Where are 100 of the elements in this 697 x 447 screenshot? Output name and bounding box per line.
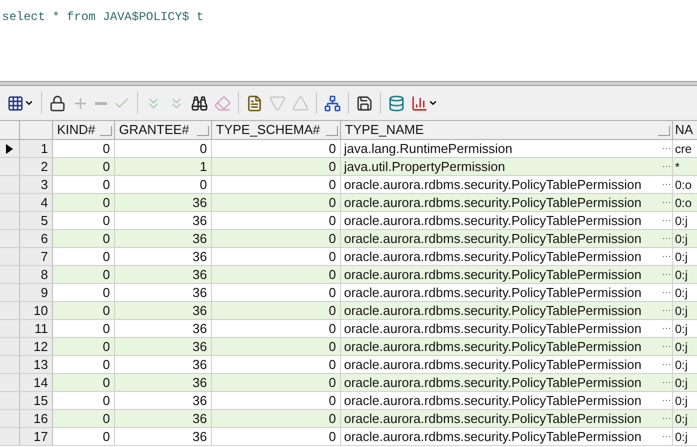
grid-icon	[7, 94, 24, 112]
table-cell-text: 0	[328, 266, 336, 284]
column-header[interactable]: TYPE_NAME	[341, 121, 673, 139]
table-cell-text: 0:j	[675, 338, 688, 356]
table-cell-text: oracle.aurora.rdbms.security.PolicyTablePermission	[344, 230, 642, 248]
row-number: 5	[20, 212, 53, 229]
table-cell-text: 0	[102, 230, 110, 248]
table-cell-text: 36	[192, 356, 207, 374]
table-cell-text: 0	[102, 248, 110, 266]
row-number: 7	[20, 248, 53, 265]
table-cell-text: oracle.aurora.rdbms.security.PolicyTablePermission	[344, 320, 642, 338]
table-cell-text: 0:o	[675, 194, 692, 212]
table-cell-text: 0:j	[675, 248, 688, 266]
table-cell-text: oracle.aurora.rdbms.security.PolicyTablePermission	[344, 194, 642, 212]
table-cell-text: oracle.aurora.rdbms.security.PolicyTablePermission	[344, 212, 642, 230]
filter-icon	[100, 126, 112, 136]
bar-chart-icon	[411, 94, 428, 112]
sql-query: select * from JAVA$POLICY$ t	[2, 10, 204, 24]
table-cell-text: 0	[102, 374, 110, 392]
binoculars-icon	[191, 94, 208, 112]
row-number: 1	[20, 140, 53, 157]
table-cell-text: oracle.aurora.rdbms.security.PolicyTablePermission	[344, 302, 642, 320]
table-cell-text: 0:j	[675, 230, 688, 248]
table-cell-text: 36	[192, 284, 207, 302]
caret-icon	[428, 98, 438, 108]
tree-icon	[324, 94, 341, 112]
row-number: 2	[20, 158, 53, 175]
row-number: 8	[20, 266, 53, 283]
table-cell-text: 0	[102, 356, 110, 374]
table-cell-text: 0	[102, 392, 110, 410]
table-cell-text: oracle.aurora.rdbms.security.PolicyTablePermission	[344, 410, 642, 428]
table-cell-text: 0	[102, 140, 110, 158]
table-cell-text: 0	[328, 230, 336, 248]
table-cell-text: 36	[192, 374, 207, 392]
table-cell-text: 36	[192, 230, 207, 248]
table-cell-text: 0	[328, 158, 336, 176]
table-cell-text: 0:j	[675, 356, 688, 374]
row-selector[interactable]	[0, 140, 20, 157]
row-number: 16	[20, 410, 53, 427]
save-icon	[356, 94, 373, 112]
table-cell-text: 0	[328, 392, 336, 410]
filter-icon	[326, 126, 338, 136]
filter-icon	[197, 126, 209, 136]
table-cell-text: oracle.aurora.rdbms.security.PolicyTablePermission	[344, 374, 642, 392]
table-cell-text: oracle.aurora.rdbms.security.PolicyTablePermission	[344, 176, 642, 194]
table-cell-text: 0:j	[675, 374, 688, 392]
table-cell-text: 0	[328, 284, 336, 302]
eraser-icon	[214, 94, 231, 112]
table-cell-text: oracle.aurora.rdbms.security.PolicyTablePermission	[344, 248, 642, 266]
table-cell-text: oracle.aurora.rdbms.security.PolicyTablePermission	[344, 338, 642, 356]
table-cell-text: 0	[328, 428, 336, 446]
table-cell-text: 0	[328, 302, 336, 320]
table-cell-text: 0	[328, 176, 336, 194]
row-number: 11	[20, 320, 53, 337]
table-cell-text: 0	[328, 194, 336, 212]
table-cell-text: 0	[328, 320, 336, 338]
table-cell-text: 36	[192, 410, 207, 428]
table-cell-text: 36	[192, 392, 207, 410]
row-number: 17	[20, 428, 53, 445]
table-cell-text: 0	[102, 284, 110, 302]
table-cell-text: 36	[192, 212, 207, 230]
table-cell-text: 0	[200, 176, 207, 194]
table-cell-text: 0	[328, 356, 336, 374]
table-cell-text: java.util.PropertyPermission	[344, 158, 506, 176]
table-cell-text: 0:j	[675, 284, 688, 302]
table-cell-text: 0:j	[675, 266, 688, 284]
table-cell-text: 0:o	[675, 176, 692, 194]
document-icon	[246, 94, 263, 112]
column-header[interactable]: KIND#	[53, 121, 115, 139]
table-cell-text: 0	[200, 140, 207, 158]
table-cell-text: 36	[192, 320, 207, 338]
table-cell-text: 0	[328, 212, 336, 230]
lock-icon	[49, 94, 66, 112]
current-row-icon	[6, 144, 13, 154]
table-cell-text: 0	[328, 140, 336, 158]
column-header[interactable]: NA	[673, 121, 697, 139]
minus-icon	[95, 102, 107, 104]
row-number: 10	[20, 302, 53, 319]
table-cell-text: 0	[102, 410, 110, 428]
table-cell-text: 0	[102, 338, 110, 356]
row-number: 4	[20, 194, 53, 211]
table-cell-text: 0	[102, 428, 110, 446]
table-cell-text: 0	[102, 266, 110, 284]
table-cell-text: 36	[192, 194, 207, 212]
table-cell-text: 0	[102, 212, 110, 230]
row-number: 13	[20, 356, 53, 373]
table-cell-text: oracle.aurora.rdbms.security.PolicyTablePermission	[344, 392, 642, 410]
row-number: 14	[20, 374, 53, 391]
row-number: 12	[20, 338, 53, 355]
table-cell-text: 0	[102, 320, 110, 338]
table-cell-text: 0	[102, 194, 110, 212]
row-number: 6	[20, 230, 53, 247]
table-cell-text: 0:j	[675, 212, 688, 230]
table-cell-text: oracle.aurora.rdbms.security.PolicyTablePermission	[344, 266, 642, 284]
table-cell-text: 1	[200, 158, 207, 176]
table-cell-text: 0:j	[675, 410, 688, 428]
table-cell-text: 36	[192, 266, 207, 284]
column-header[interactable]: TYPE_SCHEMA#	[212, 121, 341, 139]
table-cell-text: 0	[328, 248, 336, 266]
column-header[interactable]: GRANTEE#	[115, 121, 212, 139]
